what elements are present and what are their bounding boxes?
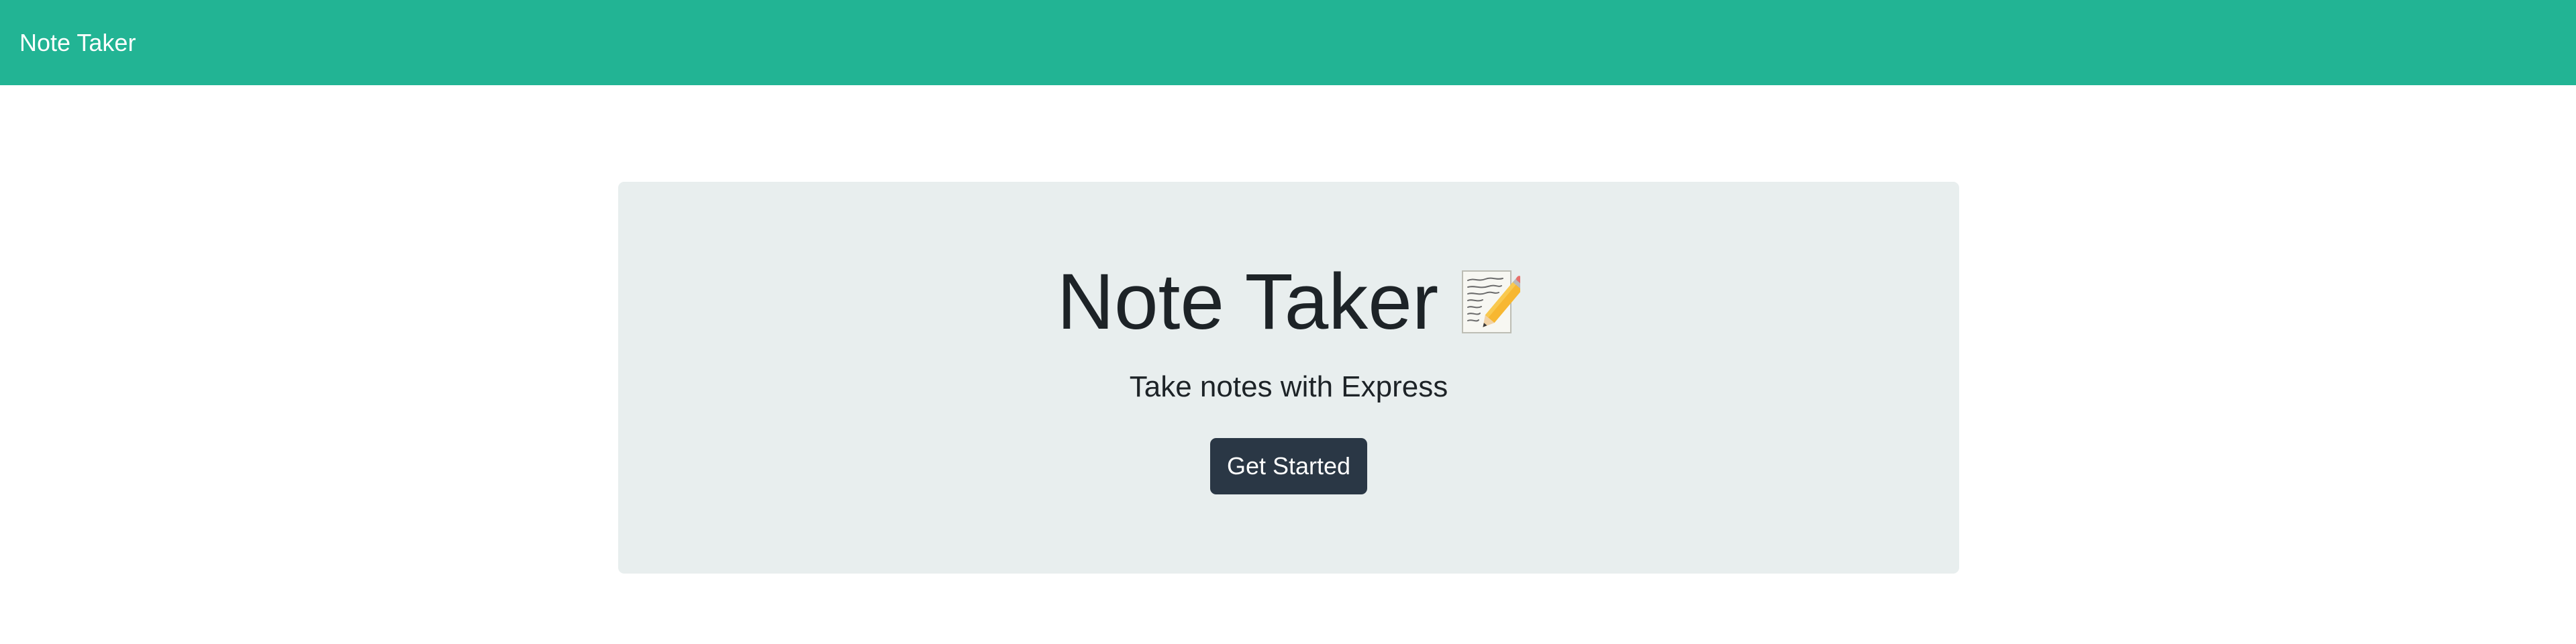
- memo-icon: [1458, 267, 1528, 337]
- get-started-button[interactable]: Get Started: [1210, 438, 1367, 494]
- navbar: Note Taker: [0, 0, 2576, 85]
- hero-subtitle: Take notes with Express: [1129, 370, 1448, 403]
- hero-title-row: Note Taker: [1056, 258, 1528, 346]
- navbar-brand-link[interactable]: Note Taker: [19, 29, 136, 57]
- hero-panel: Note Taker Take notes with Express Get S…: [618, 182, 1959, 574]
- page-title: Note Taker: [1056, 258, 1439, 346]
